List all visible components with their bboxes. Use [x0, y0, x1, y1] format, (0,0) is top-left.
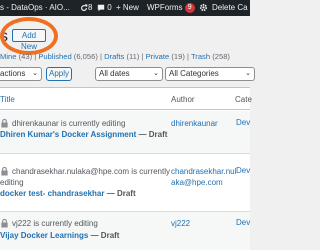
post-title-link[interactable]: docker test- chandrasekhar — Draft — [0, 189, 136, 198]
admin-bar-updates[interactable]: 8 — [80, 0, 92, 16]
author-link[interactable]: dhirenkaunar — [171, 118, 218, 129]
admin-bar-new[interactable]: + New — [116, 0, 139, 16]
editing-notice-continued: editing — [0, 178, 24, 187]
categories-select[interactable]: All Categories ⌄ — [165, 67, 255, 81]
comment-icon — [97, 4, 105, 12]
editing-notice: chandrasekhar.nulaka@hpe.com is currentl… — [12, 167, 170, 176]
category-link[interactable]: Dev — [236, 218, 250, 227]
apply-button[interactable]: Apply — [46, 67, 72, 81]
admin-bar: s - DataOps · AIO... 8 0 + New WPForms 9… — [0, 0, 250, 16]
filter-mine[interactable]: Mine — [0, 52, 16, 61]
updates-icon — [81, 4, 88, 11]
post-title-link[interactable]: Vijay Docker Learnings — Draft — [0, 231, 119, 240]
admin-bar-settings[interactable] — [199, 0, 208, 16]
filter-trash[interactable]: Trash — [191, 52, 210, 61]
wpforms-label: WPForms — [147, 3, 183, 12]
page-title: s — [0, 28, 8, 45]
table-row: vj222 is currently editing Vijay Docker … — [0, 212, 250, 250]
author-link[interactable]: vj222 — [171, 218, 190, 229]
bulk-actions-select[interactable]: actions ⌄ — [0, 67, 42, 81]
editing-notice: dhirenkaunar is currently editing — [12, 119, 126, 128]
column-title[interactable]: Title — [0, 95, 15, 104]
updates-count: 8 — [88, 3, 93, 12]
new-label: New — [122, 3, 139, 12]
add-new-button[interactable]: Add New — [12, 29, 46, 51]
table-row: chandrasekhar.nulaka@hpe.com is currentl… — [0, 154, 250, 212]
lock-icon — [1, 118, 8, 128]
filter-trash-count: (258) — [212, 52, 230, 61]
posts-table: Title Author Cate dhirenkaunar is curren… — [0, 87, 252, 250]
filter-private-count: (19) — [171, 52, 185, 61]
filter-published-count: (6,056) — [73, 52, 98, 61]
category-link[interactable]: Dev — [236, 166, 250, 175]
gear-icon — [199, 4, 208, 12]
table-header: Title Author Cate — [0, 88, 252, 110]
status-filters: Mine (43) | Published (6,056) | Drafts (… — [0, 52, 230, 61]
post-title[interactable]: Dhiren Kumar's Docker Assignment — [0, 130, 136, 139]
plus-icon: + — [116, 3, 121, 12]
wpforms-badge: 9 — [184, 3, 195, 13]
post-state: — Draft — [106, 189, 136, 198]
post-title[interactable]: Vijay Docker Learnings — [0, 231, 88, 240]
filter-drafts[interactable]: Drafts — [104, 52, 124, 61]
chevron-down-icon: ⌄ — [245, 70, 251, 77]
lock-icon — [1, 218, 8, 228]
table-row: dhirenkaunar is currently editing Dhiren… — [0, 111, 250, 154]
post-state: — Draft — [90, 231, 120, 240]
admin-bar-comments[interactable]: 0 — [97, 0, 112, 16]
admin-bar-wpforms[interactable]: WPForms 9 — [147, 0, 195, 16]
filter-drafts-count: (11) — [126, 52, 140, 61]
post-state: — Draft — [138, 130, 168, 139]
lock-icon — [1, 166, 8, 176]
category-link[interactable]: Dev — [236, 118, 250, 127]
chevron-down-icon: ⌄ — [32, 70, 38, 77]
filter-private[interactable]: Private — [146, 52, 170, 61]
column-author: Author — [171, 95, 195, 104]
bulk-actions-value: actions — [0, 69, 26, 78]
post-title[interactable]: docker test- chandrasekhar — [0, 189, 105, 198]
column-categories: Cate — [235, 95, 252, 104]
filter-mine-count: (43) — [18, 52, 33, 61]
author-link-continued[interactable]: aka@hpe.com — [171, 177, 223, 188]
filter-published[interactable]: Published — [38, 52, 71, 61]
chevron-down-icon: ⌄ — [153, 70, 159, 77]
admin-bar-site-name[interactable]: s - DataOps · AIO... — [0, 0, 70, 16]
dates-value: All dates — [99, 69, 130, 78]
comments-count: 0 — [107, 3, 112, 12]
dates-select[interactable]: All dates ⌄ — [95, 67, 163, 81]
admin-bar-delete-cache[interactable]: Delete Ca — [212, 0, 248, 16]
editing-notice: vj222 is currently editing — [12, 219, 98, 228]
categories-value: All Categories — [169, 69, 219, 78]
post-title-link[interactable]: Dhiren Kumar's Docker Assignment — Draft — [0, 130, 167, 139]
author-link[interactable]: chandrasekhar.nul — [171, 166, 236, 177]
